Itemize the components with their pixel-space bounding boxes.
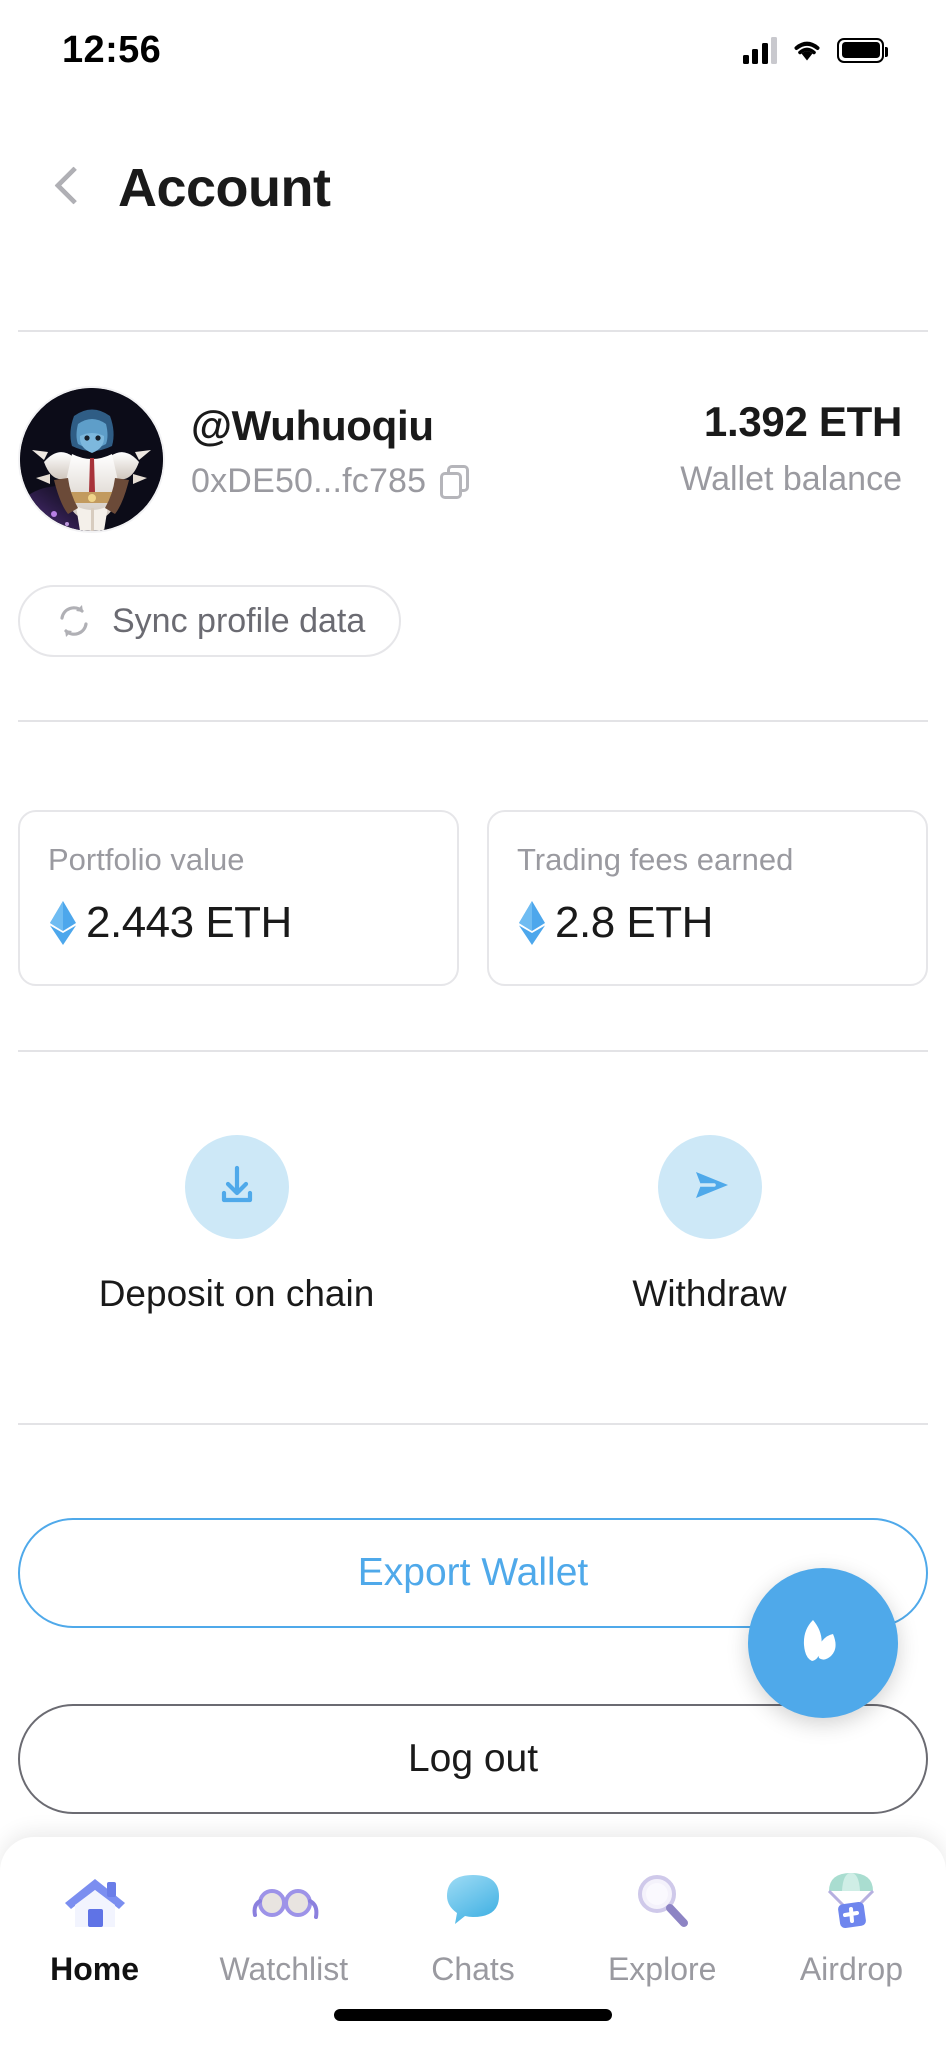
speech-bubble-icon bbox=[435, 1863, 511, 1939]
signal-bars-icon bbox=[742, 36, 777, 64]
download-tray-icon bbox=[211, 1159, 263, 1216]
stat-card-portfolio-value: Portfolio value 2.443 ETH bbox=[18, 810, 459, 986]
avatar[interactable] bbox=[20, 388, 163, 531]
withdraw-label: Withdraw bbox=[632, 1273, 787, 1314]
battery-full-icon bbox=[837, 37, 888, 63]
stat-label: Portfolio value bbox=[48, 842, 245, 877]
log-out-button[interactable]: Log out bbox=[18, 1704, 928, 1814]
chevron-left-icon[interactable] bbox=[44, 162, 88, 214]
stat-card-trading-fees-earned: Trading fees earned 2.8 ETH bbox=[487, 810, 928, 986]
nav-item-airdrop[interactable]: Airdrop bbox=[757, 1863, 946, 1988]
nav-item-explore[interactable]: Explore bbox=[568, 1863, 757, 1988]
glasses-icon bbox=[246, 1863, 322, 1939]
page-title: Account bbox=[118, 158, 331, 218]
leaf-petals-logo-icon bbox=[788, 1606, 858, 1681]
wallet-balance-block: 1.392 ETH Wallet balance bbox=[680, 388, 926, 499]
deposit-icon-circle bbox=[184, 1135, 289, 1239]
nav-label-chats: Chats bbox=[431, 1951, 515, 1987]
parachute-box-icon bbox=[813, 1863, 889, 1939]
actions-divider bbox=[18, 1423, 928, 1425]
nav-label-airdrop: Airdrop bbox=[799, 1951, 903, 1987]
withdraw-icon-circle bbox=[657, 1135, 762, 1239]
stat-value: 2.443 ETH bbox=[86, 898, 292, 947]
export-wallet-label: Export Wallet bbox=[357, 1551, 589, 1594]
refresh-cycle-icon bbox=[54, 601, 94, 641]
nav-item-home[interactable]: Home bbox=[0, 1863, 189, 1988]
ethereum-icon bbox=[517, 900, 547, 946]
stat-label: Trading fees earned bbox=[517, 842, 794, 877]
wallet-address: 0xDE50...fc785 bbox=[191, 462, 427, 501]
ethereum-icon bbox=[48, 900, 78, 946]
magnifying-glass-icon bbox=[624, 1863, 700, 1939]
stat-value-row: 2.8 ETH bbox=[517, 898, 898, 948]
stat-value-row: 2.443 ETH bbox=[48, 898, 429, 948]
profile-identity: @Wuhuoqiu 0xDE50...fc785 bbox=[191, 388, 470, 501]
sync-profile-data-label: Sync profile data bbox=[112, 601, 366, 640]
withdraw-action[interactable]: Withdraw bbox=[473, 1135, 946, 1315]
wallet-address-row[interactable]: 0xDE50...fc785 bbox=[191, 462, 470, 501]
nav-label-explore: Explore bbox=[607, 1951, 717, 1987]
send-plane-icon bbox=[684, 1159, 736, 1216]
deposit-on-chain-action[interactable]: Deposit on chain bbox=[0, 1135, 473, 1315]
floating-action-button[interactable] bbox=[748, 1568, 898, 1718]
status-bar-icons bbox=[742, 36, 888, 64]
wallet-balance-label: Wallet balance bbox=[680, 460, 902, 498]
nav-label-watchlist: Watchlist bbox=[219, 1951, 349, 1987]
username: @Wuhuoqiu bbox=[191, 402, 434, 449]
wifi-icon bbox=[791, 37, 823, 63]
log-out-label: Log out bbox=[407, 1737, 539, 1780]
wallet-balance-value: 1.392 ETH bbox=[703, 398, 902, 445]
nav-label-home: Home bbox=[50, 1951, 140, 1987]
profile-divider bbox=[18, 720, 928, 722]
home-indicator bbox=[334, 2009, 612, 2021]
stats-row: Portfolio value 2.443 ETH Trading fees e… bbox=[18, 810, 928, 986]
stats-divider bbox=[18, 1050, 928, 1052]
stat-value: 2.8 ETH bbox=[555, 898, 713, 947]
action-row: Deposit on chain Withdraw bbox=[0, 1135, 946, 1315]
copy-icon[interactable] bbox=[440, 464, 470, 499]
profile-section: @Wuhuoqiu 0xDE50...fc785 1.392 ETH Walle… bbox=[0, 388, 946, 531]
status-bar: 12:56 bbox=[0, 0, 946, 100]
deposit-on-chain-label: Deposit on chain bbox=[98, 1273, 375, 1314]
nav-item-chats[interactable]: Chats bbox=[378, 1863, 567, 1988]
header-divider bbox=[18, 330, 928, 332]
status-bar-time: 12:56 bbox=[62, 28, 162, 71]
sync-profile-data-button[interactable]: Sync profile data bbox=[18, 585, 402, 657]
house-icon bbox=[57, 1863, 133, 1939]
page-header: Account bbox=[0, 128, 946, 248]
nav-item-watchlist[interactable]: Watchlist bbox=[189, 1863, 378, 1988]
